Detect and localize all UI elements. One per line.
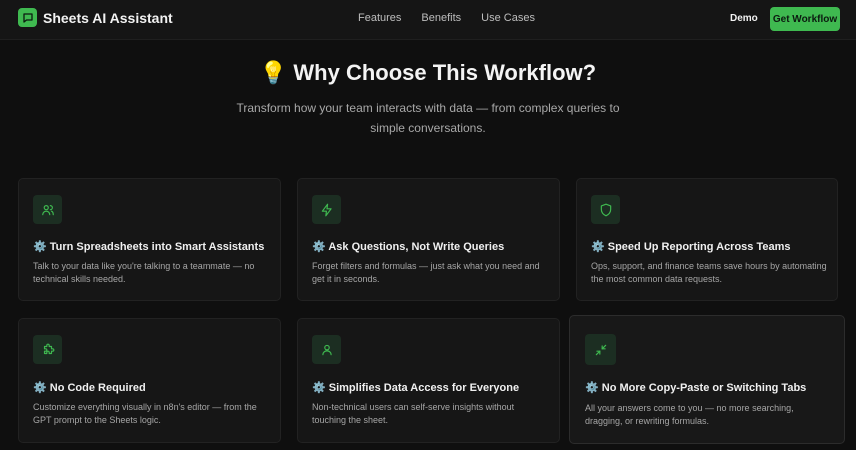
- feature-card-no-code: ⚙️ No Code Required Customize everything…: [18, 318, 281, 443]
- card-title: ⚙️ No More Copy-Paste or Switching Tabs: [585, 382, 807, 394]
- card-description: Talk to your data like you're talking to…: [33, 261, 255, 284]
- shield-icon: [591, 195, 620, 224]
- card-title: ⚙️ Turn Spreadsheets into Smart Assistan…: [33, 241, 265, 253]
- get-workflow-button[interactable]: Get Workflow: [770, 7, 840, 31]
- card-description: All your answers come to you — no more s…: [585, 403, 794, 426]
- card-description: Ops, support, and finance teams save hou…: [591, 261, 827, 284]
- card-title: ⚙️ No Code Required: [33, 382, 146, 394]
- feature-card-smart-assistants: ⚙️ Turn Spreadsheets into Smart Assistan…: [18, 178, 281, 301]
- chat-bubble-icon: [18, 8, 37, 27]
- top-navbar: Sheets AI Assistant Features Benefits Us…: [0, 0, 856, 40]
- card-description: Customize everything visually in n8n's e…: [33, 402, 257, 425]
- feature-card-simplifies-access: ⚙️ Simplifies Data Access for Everyone N…: [297, 318, 560, 443]
- nav-link-use-cases[interactable]: Use Cases: [481, 12, 535, 24]
- card-description: Forget filters and formulas — just ask w…: [312, 261, 540, 284]
- card-title: ⚙️ Ask Questions, Not Write Queries: [312, 241, 505, 253]
- section-title: 💡 Why Choose This Workflow?: [259, 60, 597, 85]
- card-title: ⚙️ Speed Up Reporting Across Teams: [591, 241, 791, 253]
- card-title: ⚙️ Simplifies Data Access for Everyone: [312, 382, 520, 394]
- users-icon: [33, 195, 62, 224]
- feature-card-no-copy-paste: ⚙️ No More Copy-Paste or Switching Tabs …: [569, 315, 845, 444]
- nav-links: Features Benefits Use Cases: [358, 12, 555, 24]
- demo-link[interactable]: Demo: [730, 13, 758, 24]
- minimize-arrows-icon: [585, 334, 616, 365]
- card-description: Non-technical users can self-serve insig…: [312, 402, 515, 425]
- section-subtitle: Transform how your team interacts with d…: [236, 101, 620, 135]
- nav-link-features[interactable]: Features: [358, 12, 401, 24]
- feature-card-ask-questions: ⚙️ Ask Questions, Not Write Queries Forg…: [297, 178, 560, 301]
- lightning-icon: [312, 195, 341, 224]
- brand-name: Sheets AI Assistant: [43, 9, 173, 26]
- puzzle-icon: [33, 335, 62, 364]
- brand[interactable]: Sheets AI Assistant: [18, 8, 173, 27]
- nav-link-benefits[interactable]: Benefits: [421, 12, 461, 24]
- user-icon: [312, 335, 341, 364]
- feature-card-speed-up-reporting: ⚙️ Speed Up Reporting Across Teams Ops, …: [576, 178, 838, 301]
